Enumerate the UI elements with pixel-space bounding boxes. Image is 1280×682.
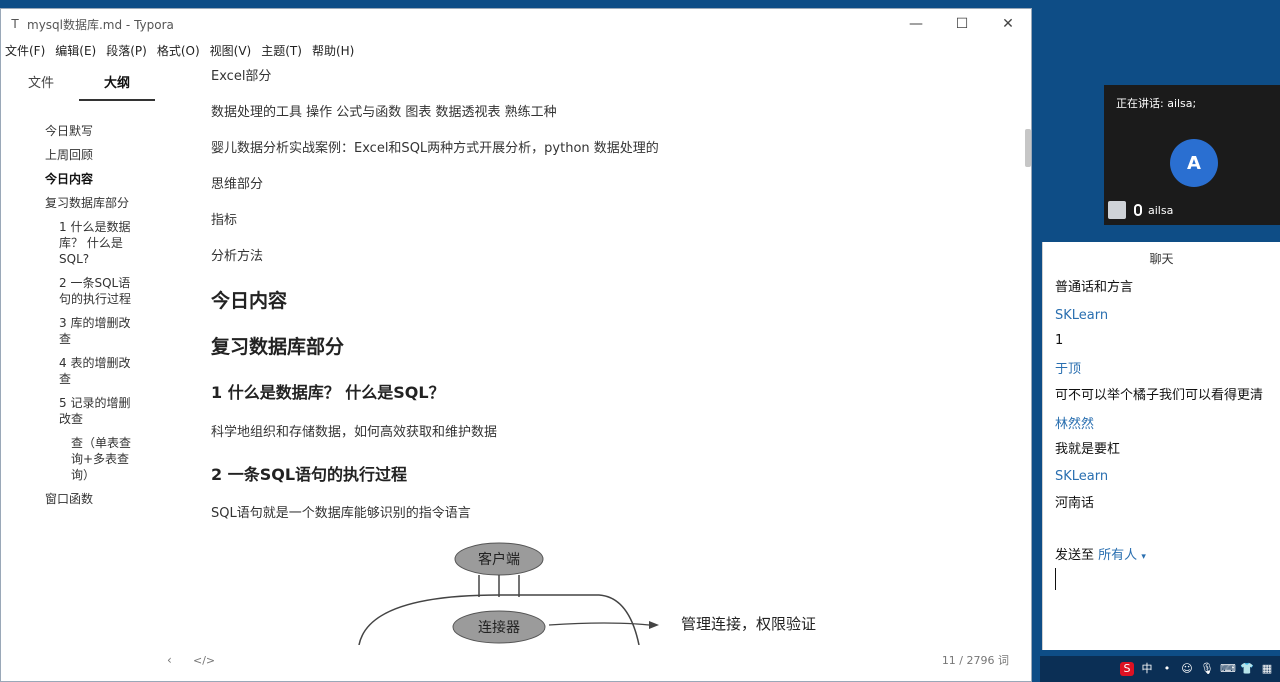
chat-message: 普通话和方言 (1055, 280, 1134, 295)
outline-item-what-is-db-line2[interactable]: 库？ 什么是 (59, 235, 123, 251)
title-bar: T mysql数据库.md - Typora — ☐ ✕ (1, 9, 1031, 39)
editor-content[interactable]: Excel部分 数据处理的工具 操作 公式与函数 图表 数据透视表 熟练工种 婴… (179, 61, 1009, 645)
speaking-indicator: 正在讲话: ailsa; (1116, 97, 1197, 110)
chat-message: 河南话 (1055, 496, 1095, 511)
typora-window: T mysql数据库.md - Typora — ☐ ✕ 文件(F) 编辑(E)… (0, 8, 1032, 682)
speaker-row: ailsa (1108, 201, 1173, 219)
status-bar: ‹ </> 11 / 2796 词 (1, 645, 1031, 675)
speaker-avatar: A (1170, 139, 1218, 187)
chat-message: 我就是要杠 (1055, 442, 1121, 457)
paragraph-metrics: 指标 (211, 213, 238, 228)
chat-sender: SKLearn (1055, 308, 1109, 323)
paragraph-methods: 分析方法 (211, 249, 264, 264)
menu-file[interactable]: 文件(F) (5, 42, 45, 59)
emoji-icon[interactable]: ☺ (1180, 662, 1194, 676)
minimize-button[interactable]: — (893, 9, 939, 39)
keyboard-icon[interactable]: ⌨ (1220, 662, 1236, 676)
outline-item-what-is-db[interactable]: 1 什么是数据 (59, 219, 130, 235)
sogou-ime-icon[interactable]: S (1120, 662, 1134, 676)
outline-item-jinri-neirong[interactable]: 今日内容 (45, 171, 93, 187)
outline-item-query[interactable]: 查（单表查 (71, 435, 131, 451)
paragraph-db-definition: 科学地组织和存储数据，如何高效获取和维护数据 (211, 425, 498, 440)
outline-item-sql-exec-line2[interactable]: 句的执行过程 (59, 291, 131, 307)
heading-what-is-db: 1 什么是数据库？ 什么是SQL？ (211, 383, 445, 402)
chat-panel: 聊天 普通话和方言 SKLearn 1 于顶 可不可以举个橘子我们可以看得更清 … (1042, 242, 1280, 650)
outline-item-record-crud[interactable]: 5 记录的增删 (59, 395, 130, 411)
outline-item-fuxi-shujuku[interactable]: 复习数据库部分 (45, 195, 129, 211)
outline-item-shangzhou-huigu[interactable]: 上周回顾 (45, 147, 93, 163)
heading-sql-exec: 2 一条SQL语句的执行过程 (211, 465, 408, 484)
maximize-button[interactable]: ☐ (939, 9, 985, 39)
menu-paragraph[interactable]: 段落(P) (106, 42, 147, 59)
user-icon (1108, 201, 1126, 219)
paragraph-tools: 数据处理的工具 操作 公式与函数 图表 数据透视表 熟练工种 (211, 105, 557, 120)
window-controls: — ☐ ✕ (893, 9, 1031, 39)
send-to-label: 发送至 (1055, 548, 1095, 563)
ime-mode-indicator[interactable]: 中 (1140, 662, 1154, 676)
outline-item-table-crud-line2[interactable]: 查 (59, 371, 71, 387)
microphone-tray-icon[interactable]: 🎙 (1200, 662, 1214, 676)
chat-sender: SKLearn (1055, 469, 1109, 484)
sketch-connector-label: 连接器 (478, 619, 520, 636)
close-button[interactable]: ✕ (985, 9, 1031, 39)
speaker-name: ailsa (1148, 203, 1174, 217)
menu-help[interactable]: 帮助(H) (312, 42, 354, 59)
grid-icon[interactable]: ▦ (1260, 662, 1274, 676)
speaker-panel: 正在讲话: ailsa; A ailsa (1104, 85, 1280, 225)
sketch-note-label: 管理连接，权限验证 (681, 615, 816, 633)
chat-sender: 林然然 (1055, 417, 1095, 432)
chat-input[interactable] (1055, 568, 1056, 590)
heading-today: 今日内容 (211, 290, 288, 312)
outline-item-db-crud[interactable]: 3 库的增删改 (59, 315, 130, 331)
sql-flow-sketch: 客户端 连接器 管理连接，权限验证 (358, 542, 816, 645)
paragraph-case: 婴儿数据分析实战案例：Excel和SQL两种方式开展分析，python 数据处理… (211, 141, 659, 156)
chat-message: 可不可以举个橘子我们可以看得更清 (1055, 388, 1264, 403)
outline-item-query-line3[interactable]: 询） (71, 467, 95, 483)
outline-item-window-func[interactable]: 窗口函数 (45, 491, 93, 507)
sidebar: 文件 大纲 今日默写 上周回顾 今日内容 复习数据库部分 1 什么是数据 库？ … (1, 61, 179, 645)
sketch-arrowhead (649, 621, 659, 629)
paragraph-thinking: 思维部分 (211, 177, 264, 192)
sketch-arrow-to-note (548, 622, 650, 626)
menu-edit[interactable]: 编辑(E) (55, 42, 96, 59)
system-tray: S 中 • ☺ 🎙 ⌨ 👕 ▦ (1040, 656, 1280, 682)
sidebar-tabs: 文件 大纲 (1, 61, 179, 101)
shirt-icon[interactable]: 👕 (1240, 662, 1254, 676)
outline-item-query-line2[interactable]: 询+多表查 (71, 451, 129, 467)
chat-sender: 于顶 (1055, 362, 1082, 377)
menu-theme[interactable]: 主题(T) (261, 42, 302, 59)
menu-bar: 文件(F) 编辑(E) 段落(P) 格式(O) 视图(V) 主题(T) 帮助(H… (1, 40, 1031, 60)
heading-review-db: 复习数据库部分 (211, 336, 345, 358)
chevron-down-icon[interactable]: ▾ (1141, 552, 1146, 562)
outline-item-table-crud[interactable]: 4 表的增删改 (59, 355, 130, 371)
window-title: mysql数据库.md - Typora (27, 17, 174, 32)
menu-view[interactable]: 视图(V) (210, 42, 252, 59)
chat-message: 1 (1055, 333, 1064, 348)
menu-format[interactable]: 格式(O) (157, 42, 200, 59)
paragraph-excel: Excel部分 (211, 69, 272, 84)
source-mode-icon[interactable]: </> (193, 654, 215, 667)
outline-item-what-is-db-line3[interactable]: SQL? (59, 251, 89, 267)
outline-item-db-crud-line2[interactable]: 查 (59, 331, 71, 347)
dot-icon[interactable]: • (1160, 662, 1174, 676)
sketch-client-label: 客户端 (478, 551, 520, 568)
typora-app-icon: T (11, 17, 19, 31)
microphone-icon (1134, 204, 1142, 216)
outline-item-jinri-moxie[interactable]: 今日默写 (45, 123, 93, 139)
outline-item-sql-exec[interactable]: 2 一条SQL语 (59, 275, 130, 291)
send-target-dropdown[interactable]: 所有人 (1098, 548, 1137, 563)
editor-scrollbar[interactable] (1025, 129, 1031, 167)
paragraph-sql-definition: SQL语句就是一个数据库能够识别的指令语言 (211, 506, 471, 521)
tab-outline[interactable]: 大纲 (79, 61, 155, 101)
tab-files[interactable]: 文件 (3, 61, 79, 101)
outline-item-record-crud-line2[interactable]: 改查 (59, 411, 83, 427)
send-to-row: 发送至 所有人 ▾ (1055, 544, 1146, 563)
word-count[interactable]: 11 / 2796 词 (942, 652, 1009, 668)
back-icon[interactable]: ‹ (167, 653, 172, 667)
chat-title: 聊天 (1149, 252, 1174, 266)
